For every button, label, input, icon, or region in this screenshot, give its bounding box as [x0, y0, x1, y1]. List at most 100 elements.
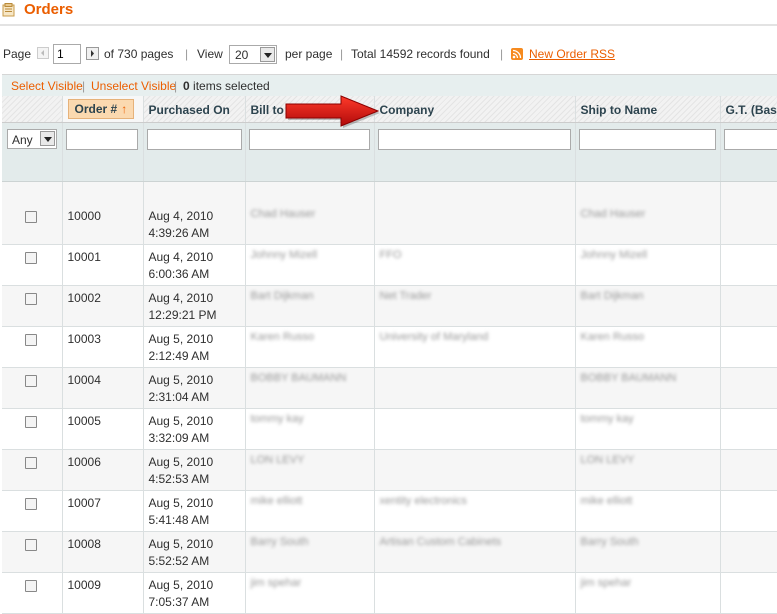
bill-to-cell: mike elliott — [245, 490, 374, 531]
filter-spacer-row — [2, 181, 777, 204]
row-checkbox[interactable] — [25, 539, 37, 551]
company-name — [375, 368, 575, 372]
table-row[interactable]: 10009Aug 5, 20107:05:37 AMjim speharjim … — [2, 572, 777, 613]
grand-total-cell — [720, 285, 777, 326]
table-row[interactable]: 10004Aug 5, 20102:31:04 AMBOBBY BAUMANNB… — [2, 367, 777, 408]
purchase-date: Aug 5, 2010 3:32:09 AM — [144, 409, 245, 447]
company-filter-input[interactable] — [378, 129, 571, 150]
page-number-input[interactable] — [53, 44, 81, 64]
previous-page-button[interactable] — [37, 47, 49, 59]
rss-icon[interactable] — [511, 48, 523, 60]
grand-total-cell — [720, 572, 777, 613]
bill-to-filter-input[interactable] — [249, 129, 370, 150]
row-checkbox[interactable] — [25, 252, 37, 264]
view-label: View — [197, 47, 223, 61]
row-checkbox[interactable] — [25, 375, 37, 387]
bill-to-cell: Barry South — [245, 531, 374, 572]
page-label: Page — [3, 47, 31, 61]
unselect-visible-link[interactable]: Unselect Visible — [91, 79, 176, 93]
column-header-ship-to-name[interactable]: Ship to Name — [575, 96, 720, 122]
ship-to-name: Chad Hauser — [576, 204, 720, 220]
orders-grid: Order #↑ Purchased On Bill to Company Sh… — [2, 96, 777, 614]
company-name: xentity electronics — [375, 491, 575, 507]
ship-to-name: Bart Dijkman — [576, 286, 720, 302]
row-checkbox[interactable] — [25, 334, 37, 346]
purchased-on-cell: Aug 4, 20106:00:36 AM — [143, 244, 245, 285]
table-row[interactable]: 10001Aug 4, 20106:00:36 AMJohnny MizellF… — [2, 244, 777, 285]
order-number-cell: 10005 — [62, 408, 143, 449]
bill-to-cell: Bart Dijkman — [245, 285, 374, 326]
table-row[interactable]: 10008Aug 5, 20105:52:52 AMBarry SouthArt… — [2, 531, 777, 572]
table-row[interactable]: 10000Aug 4, 20104:39:26 AMChad HauserCha… — [2, 204, 777, 245]
select-visible-link[interactable]: Select Visible — [11, 79, 83, 93]
ship-to-cell: Bart Dijkman — [575, 285, 720, 326]
filter-cell — [720, 122, 777, 181]
row-checkbox[interactable] — [25, 498, 37, 510]
table-row[interactable]: 10006Aug 5, 20104:52:53 AMLON LEVYLON LE… — [2, 449, 777, 490]
table-row[interactable]: 10005Aug 5, 20103:32:09 AMtommy kaytommy… — [2, 408, 777, 449]
order-number: 10003 — [63, 327, 143, 348]
purchase-date-day: Aug 4, 2010 — [149, 291, 214, 305]
row-checkbox-cell — [2, 490, 62, 531]
order-number: 10000 — [63, 204, 143, 225]
grand-total-cell — [720, 490, 777, 531]
column-header-label: G.T. (Base — [726, 103, 777, 117]
separator: | — [500, 47, 503, 61]
bill-to-cell: Johnny Mizell — [245, 244, 374, 285]
next-page-button[interactable] — [86, 47, 99, 60]
purchase-date-day: Aug 5, 2010 — [149, 414, 214, 428]
table-row[interactable]: 10002Aug 4, 201012:29:21 PMBart DijkmanN… — [2, 285, 777, 326]
order-number-cell: 10007 — [62, 490, 143, 531]
column-header-label: Company — [380, 103, 435, 117]
bill-to-cell: BOBBY BAUMANN — [245, 367, 374, 408]
order-number-cell: 10001 — [62, 244, 143, 285]
ship-to-cell: tommy kay — [575, 408, 720, 449]
ship-to-cell: mike elliott — [575, 490, 720, 531]
purchase-date-time: 3:32:09 AM — [149, 431, 210, 445]
bill-to-cell: LON LEVY — [245, 449, 374, 490]
table-row[interactable]: 10003Aug 5, 20102:12:49 AMKaren RussoUni… — [2, 326, 777, 367]
red-arrow-annotation — [283, 94, 383, 128]
column-header-order-number[interactable]: Order #↑ — [62, 96, 143, 122]
grand-total-cell — [720, 531, 777, 572]
order-number: 10006 — [63, 450, 143, 471]
purchased-on-cell: Aug 4, 201012:29:21 PM — [143, 285, 245, 326]
order-number-filter-input[interactable] — [66, 129, 138, 150]
per-page-select[interactable]: 20 — [229, 45, 277, 64]
purchase-date-day: Aug 5, 2010 — [149, 455, 214, 469]
order-number-cell: 10004 — [62, 367, 143, 408]
column-header-purchased-on[interactable]: Purchased On — [143, 96, 245, 122]
row-checkbox[interactable] — [25, 580, 37, 592]
purchase-date: Aug 5, 20102:12:49 AM — [144, 327, 245, 365]
company-cell: xentity electronics — [374, 490, 575, 531]
company-cell: FFO — [374, 244, 575, 285]
purchase-date: Aug 4, 20106:00:36 AM — [144, 245, 245, 283]
row-checkbox[interactable] — [25, 211, 37, 223]
ship-to-cell: Karen Russo — [575, 326, 720, 367]
row-checkbox[interactable] — [25, 293, 37, 305]
row-checkbox-cell — [2, 531, 62, 572]
company-cell: University of Maryland — [374, 326, 575, 367]
chevron-down-icon[interactable] — [40, 131, 55, 146]
ship-to-name-filter-input[interactable] — [579, 129, 716, 150]
purchased-on-filter-input[interactable] — [147, 129, 242, 150]
massaction-filter-select[interactable]: Any — [7, 129, 57, 149]
column-header-grand-total-base[interactable]: G.T. (Base — [720, 96, 777, 122]
row-checkbox-cell — [2, 285, 62, 326]
bill-to-name: Karen Russo — [246, 327, 374, 343]
order-number: 10001 — [63, 245, 143, 266]
ship-to-name: jim spehar — [576, 573, 720, 589]
column-header-company[interactable]: Company — [374, 96, 575, 122]
purchase-date-day: Aug 5, 2010 — [149, 332, 214, 346]
company-name: FFO — [375, 245, 575, 261]
row-checkbox[interactable] — [25, 457, 37, 469]
chevron-down-icon[interactable] — [260, 47, 275, 62]
row-checkbox[interactable] — [25, 416, 37, 428]
column-header-label: Purchased On — [149, 103, 230, 117]
new-order-rss-link[interactable]: New Order RSS — [529, 47, 615, 61]
purchase-date: Aug 5, 20104:52:53 AM — [144, 450, 245, 488]
bill-to-name: Barry South — [246, 532, 374, 548]
table-row[interactable]: 10007Aug 5, 20105:41:48 AMmike elliottxe… — [2, 490, 777, 531]
order-number-cell: 10006 — [62, 449, 143, 490]
grand-total-filter-input[interactable] — [724, 129, 777, 150]
